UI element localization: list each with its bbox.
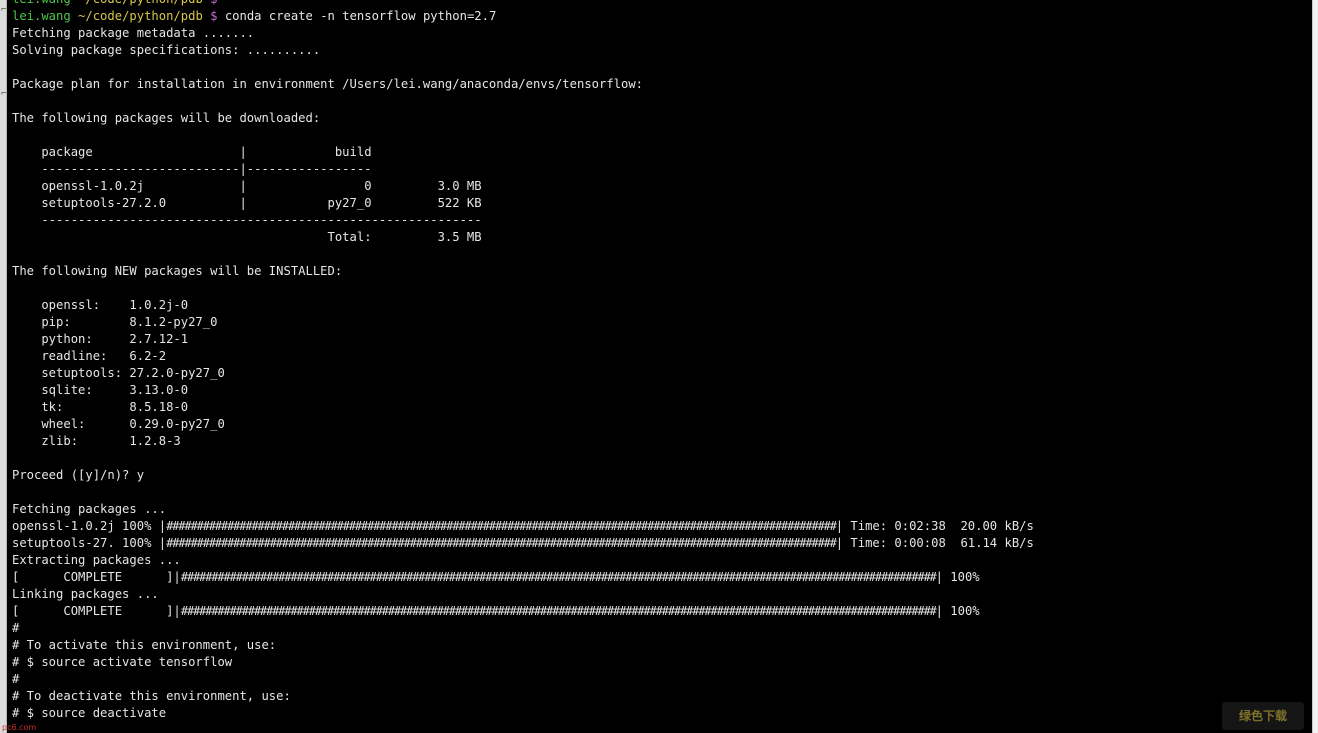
output-line: The following NEW packages will be INSTA… <box>12 264 343 278</box>
prompt-path: ~/code/python/pdb <box>78 0 203 6</box>
progress-line-extract: [ COMPLETE ]|###########################… <box>12 569 1034 586</box>
watermark-logo: 绿色下载 <box>1222 702 1304 730</box>
output-line: Solving package specifications: ........… <box>12 43 321 57</box>
proceed-prompt: Proceed ([y]/n)? y <box>12 468 145 482</box>
terminal-output: lei.wang ~/code/python/pdb $lei.wang ~/c… <box>12 0 1034 722</box>
progress-bar: ########################################… <box>166 536 837 550</box>
package-item: sqlite: 3.13.0-0 <box>12 383 189 397</box>
progress-percent: | 100% <box>935 570 980 584</box>
prompt-line-previous: lei.wang ~/code/python/pdb $ <box>12 0 1034 8</box>
table-row: openssl-1.0.2j | 0 3.0 MB <box>12 179 482 193</box>
prompt-line-command: lei.wang ~/code/python/pdb $ conda creat… <box>12 8 1034 25</box>
progress-label: setuptools-27. 100% | <box>12 536 167 550</box>
package-item: openssl: 1.0.2j-0 <box>12 298 189 312</box>
comment-line: # To activate this environment, use: <box>12 638 277 652</box>
package-item: wheel: 0.29.0-py27_0 <box>12 417 225 431</box>
package-item: pip: 8.1.2-py27_0 <box>12 315 218 329</box>
table-separator: ---------------------------|------------… <box>12 162 372 176</box>
progress-label: openssl-1.0.2j 100% | <box>12 519 167 533</box>
left-window-edge: ⌐ ⌐ <box>0 0 7 733</box>
output-line: Package plan for installation in environ… <box>12 77 644 91</box>
command-text: conda create -n tensorflow python=2.7 <box>224 9 497 23</box>
right-window-edge <box>1312 0 1318 733</box>
progress-stats: | Time: 0:00:08 61.14 kB/s <box>835 536 1034 550</box>
comment-line: # $ source deactivate <box>12 706 167 720</box>
prompt-user: lei.wang <box>12 9 71 23</box>
package-item: tk: 8.5.18-0 <box>12 400 189 414</box>
comment-line: # $ source activate tensorflow <box>12 655 233 669</box>
progress-line-openssl: openssl-1.0.2j 100% |###################… <box>12 518 1034 535</box>
package-item: zlib: 1.2.8-3 <box>12 434 181 448</box>
prompt-path: ~/code/python/pdb <box>78 9 203 23</box>
progress-bar: ########################################… <box>166 519 837 533</box>
progress-label: [ COMPLETE ]| <box>12 570 181 584</box>
table-row: setuptools-27.2.0 | py27_0 522 KB <box>12 196 482 210</box>
comment-line: # <box>12 672 20 686</box>
prompt-user: lei.wang <box>12 0 71 6</box>
watermark-text: pc6.com <box>2 723 37 732</box>
output-line: Fetching package metadata ....... <box>12 26 255 40</box>
output-line: The following packages will be downloade… <box>12 111 321 125</box>
progress-percent: | 100% <box>935 604 980 618</box>
output-line: Linking packages ... <box>12 587 159 601</box>
package-item: python: 2.7.12-1 <box>12 332 189 346</box>
package-item: setuptools: 27.2.0-py27_0 <box>12 366 225 380</box>
package-item: readline: 6.2-2 <box>12 349 167 363</box>
progress-line-setuptools: setuptools-27. 100% |###################… <box>12 535 1034 552</box>
table-header: package | build <box>12 145 372 159</box>
output-line: Fetching packages ... <box>12 502 167 516</box>
progress-bar: ########################################… <box>180 570 937 584</box>
progress-line-link: [ COMPLETE ]|###########################… <box>12 603 1034 620</box>
progress-stats: | Time: 0:02:38 20.00 kB/s <box>835 519 1034 533</box>
terminal-window[interactable]: lei.wang ~/code/python/pdb $lei.wang ~/c… <box>7 0 1312 733</box>
progress-label: [ COMPLETE ]| <box>12 604 181 618</box>
prompt-sign: $ <box>210 0 217 6</box>
comment-line: # <box>12 621 20 635</box>
progress-bar: ########################################… <box>180 604 937 618</box>
table-total: Total: 3.5 MB <box>12 230 482 244</box>
output-line: Extracting packages ... <box>12 553 181 567</box>
edge-mark: ⌐ <box>1 5 7 15</box>
comment-line: # To deactivate this environment, use: <box>12 689 291 703</box>
prompt-sign: $ <box>210 9 218 23</box>
table-separator: ----------------------------------------… <box>12 213 482 227</box>
edge-mark: ⌐ <box>1 89 7 99</box>
